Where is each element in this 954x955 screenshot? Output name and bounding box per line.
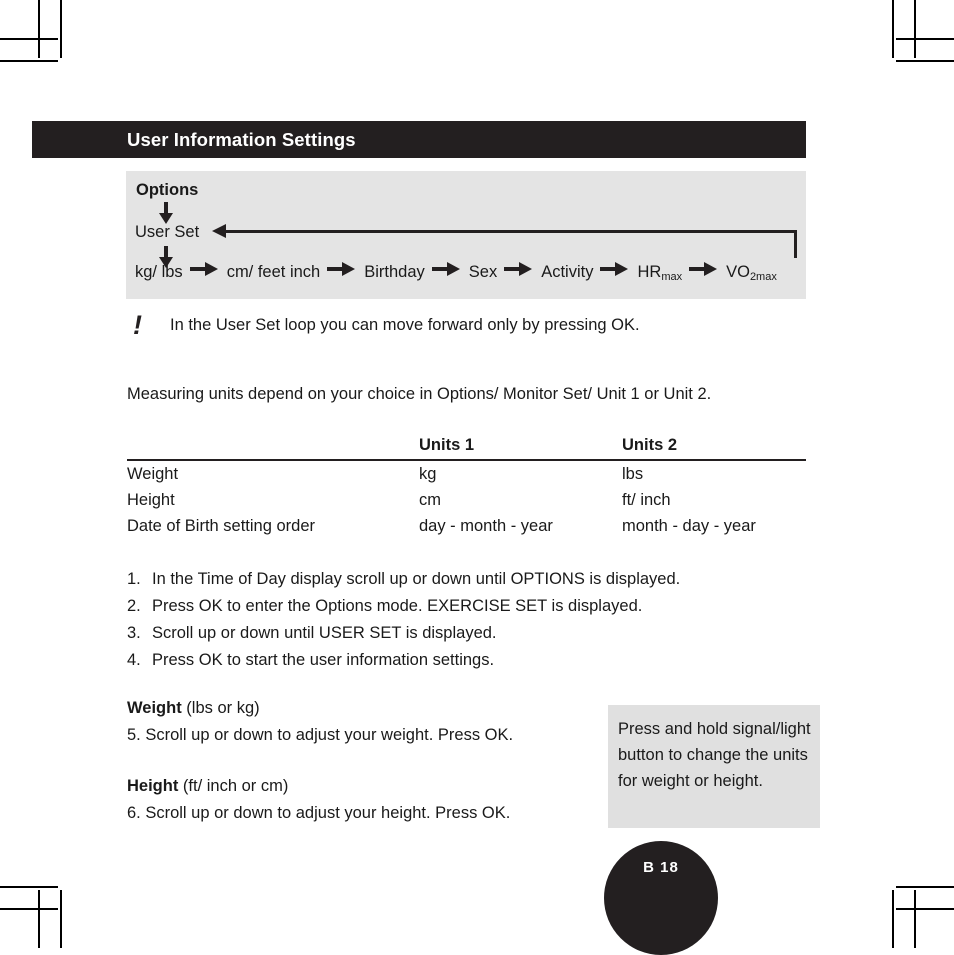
arrow-right-icon-6 xyxy=(689,262,719,276)
note-text: In the User Set loop you can move forwar… xyxy=(170,316,640,334)
table-row: Height cm ft/ inch xyxy=(127,487,806,513)
crop-mark-bottom-left-bleed-vertical xyxy=(60,890,62,948)
page-number-label: B 18 xyxy=(643,859,679,876)
diagram-title-options: Options xyxy=(136,181,199,199)
note-callout: ! In the User Set loop you can move forw… xyxy=(133,310,640,340)
table-cell-row0-label: Weight xyxy=(127,465,179,483)
crop-mark-top-left-horizontal xyxy=(0,38,58,40)
chain-step-sex: Sex xyxy=(468,263,498,281)
loop-line-vertical xyxy=(794,230,797,258)
table-row: Weight kg lbs xyxy=(127,460,806,487)
list-item: 4. Press OK to start the user informatio… xyxy=(127,647,827,674)
arrow-right-icon-3 xyxy=(431,262,462,276)
user-set-flow-diagram: Options User Set kg/ lbs cm/ feet inch B… xyxy=(126,171,806,299)
crop-mark-top-left-bleed-vertical xyxy=(60,0,62,58)
chain-step-activity: Activity xyxy=(541,263,594,281)
table-cell-row2-units1: day - month - year xyxy=(419,517,553,535)
diagram-node-user-set: User Set xyxy=(135,223,200,241)
crop-mark-top-right-horizontal xyxy=(896,38,954,40)
height-step-text: 6. Scroll up or down to adjust your heig… xyxy=(127,804,511,822)
table-cell-row2-units2: month - day - year xyxy=(622,517,756,535)
crop-mark-top-right-vertical xyxy=(914,0,916,58)
units-table: Units 1 Units 2 Weight kg lbs Height cm … xyxy=(127,436,806,539)
crop-mark-bottom-right-horizontal xyxy=(896,908,954,910)
table-cell-row1-units1: cm xyxy=(419,491,441,509)
table-header-units-2: Units 2 xyxy=(622,436,806,461)
crop-mark-bottom-left-bleed-horizontal xyxy=(0,886,58,888)
crop-mark-top-right-bleed-horizontal xyxy=(896,60,954,62)
crop-mark-bottom-right-bleed-vertical xyxy=(892,890,894,948)
step-text-4: Press OK to start the user information s… xyxy=(152,651,495,669)
exclamation-icon: ! xyxy=(133,310,142,340)
height-heading: Height (ft/ inch or cm) xyxy=(127,773,510,800)
list-item: 3. Scroll up or down until USER SET is d… xyxy=(127,620,827,647)
height-section: Height (ft/ inch or cm) 6. Scroll up or … xyxy=(127,773,510,827)
tip-callout-box: Press and hold signal/light button to ch… xyxy=(608,705,820,828)
crop-mark-bottom-left-horizontal xyxy=(0,908,58,910)
chain-step-cm-feet-inch: cm/ feet inch xyxy=(226,263,321,281)
table-cell-row0-units2: lbs xyxy=(622,465,644,483)
crop-mark-bottom-right-vertical xyxy=(914,890,916,948)
crop-mark-bottom-left-vertical xyxy=(38,890,40,948)
step-number-2: 2. xyxy=(127,597,141,615)
list-item: 1. In the Time of Day display scroll up … xyxy=(127,566,827,593)
chain-step-kg-lbs: kg/ lbs xyxy=(135,263,183,281)
table-header-units-1: Units 1 xyxy=(419,436,622,461)
table-cell-row2-label: Date of Birth setting order xyxy=(127,517,316,535)
instruction-steps-list: 1. In the Time of Day display scroll up … xyxy=(127,566,827,674)
table-header-row: Units 1 Units 2 xyxy=(127,436,806,461)
table-row: Date of Birth setting order day - month … xyxy=(127,513,806,539)
list-item: 2. Press OK to enter the Options mode. E… xyxy=(127,593,827,620)
step-text-2: Press OK to enter the Options mode. EXER… xyxy=(152,597,643,615)
section-header-bar: User Information Settings xyxy=(32,121,806,158)
crop-mark-top-left-bleed-horizontal xyxy=(0,60,58,62)
step-text-3: Scroll up or down until USER SET is disp… xyxy=(152,624,497,642)
crop-mark-top-left-vertical xyxy=(38,0,40,58)
crop-mark-top-right-bleed-vertical xyxy=(892,0,894,58)
chain-step-birthday: Birthday xyxy=(364,263,425,281)
step-number-4: 4. xyxy=(127,651,141,669)
loop-line-horizontal xyxy=(224,230,797,233)
weight-step-text: 5. Scroll up or down to adjust your weig… xyxy=(127,726,514,744)
page-title: User Information Settings xyxy=(127,129,356,150)
weight-heading: Weight (lbs or kg) xyxy=(127,695,513,722)
step-text-1: In the Time of Day display scroll up or … xyxy=(152,570,681,588)
arrow-right-icon-1 xyxy=(189,262,220,276)
arrow-right-icon-5 xyxy=(600,262,630,276)
intro-paragraph: Measuring units depend on your choice in… xyxy=(127,385,712,403)
table-cell-row1-units2: ft/ inch xyxy=(622,491,671,509)
table-cell-row0-units1: kg xyxy=(419,465,437,483)
weight-heading-bold: Weight xyxy=(127,699,182,717)
page-number-badge: B 18 xyxy=(604,841,718,955)
arrow-down-options-to-userset xyxy=(158,202,174,224)
loop-arrow-head-icon xyxy=(212,224,226,238)
height-heading-units: (ft/ inch or cm) xyxy=(178,777,289,795)
chain-step-vo2max: VO2max xyxy=(726,263,777,283)
diagram-chain: kg/ lbs cm/ feet inch Birthday Sex Activ… xyxy=(135,262,777,283)
weight-section: Weight (lbs or kg) 5. Scroll up or down … xyxy=(127,695,513,749)
arrow-right-icon-2 xyxy=(327,262,357,276)
tip-callout-text: Press and hold signal/light button to ch… xyxy=(618,720,811,790)
height-heading-bold: Height xyxy=(127,777,179,795)
table-cell-row1-label: Height xyxy=(127,491,175,509)
manual-page: User Information Settings Options User S… xyxy=(0,0,954,955)
chain-step-hrmax: HRmax xyxy=(637,263,683,283)
weight-heading-units: (lbs or kg) xyxy=(181,699,260,717)
table-header-blank xyxy=(127,436,419,461)
step-number-3: 3. xyxy=(127,624,141,642)
arrow-right-icon-4 xyxy=(504,262,534,276)
crop-mark-bottom-right-bleed-horizontal xyxy=(896,886,954,888)
step-number-1: 1. xyxy=(127,570,141,588)
